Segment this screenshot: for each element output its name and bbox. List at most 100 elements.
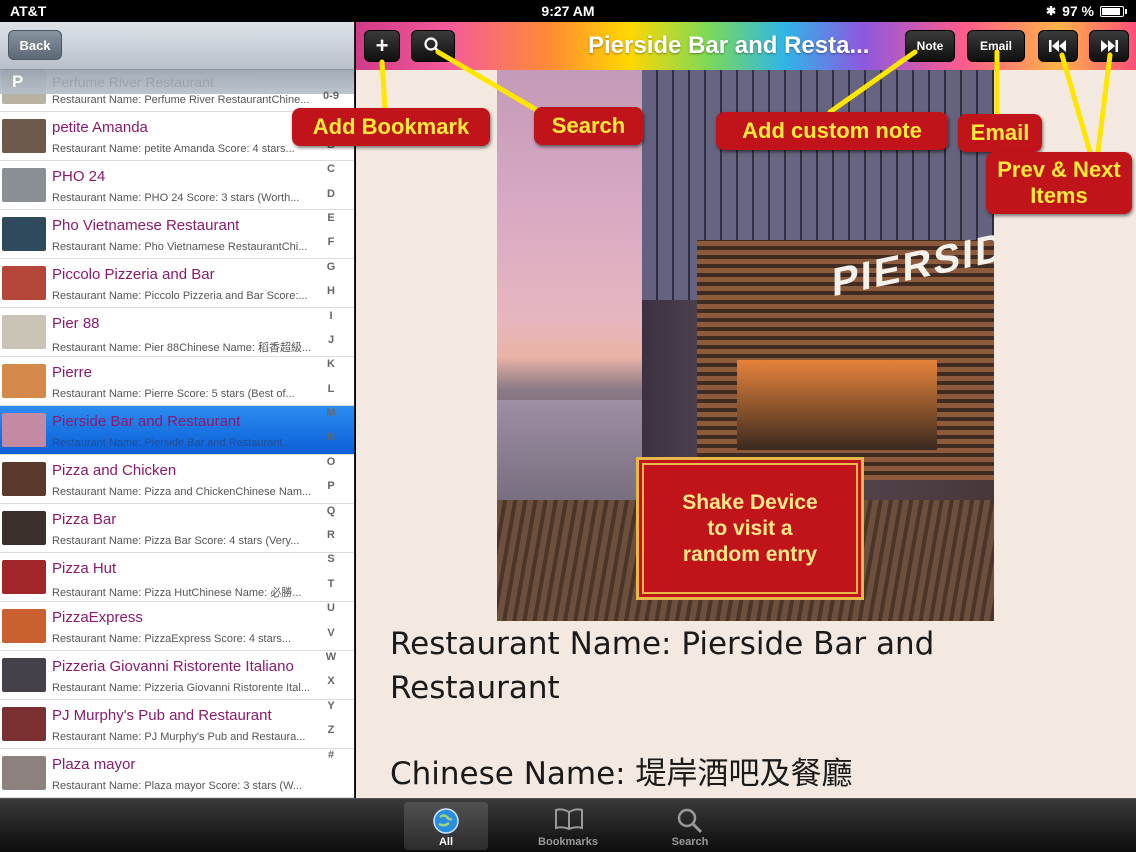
index-letter[interactable]: M [320, 401, 342, 425]
list-item[interactable]: Pizzeria Giovanni Ristorente Italiano Res… [0, 651, 354, 700]
row-thumbnail [2, 168, 46, 202]
index-letter[interactable]: V [320, 621, 342, 645]
index-letter[interactable]: 0-9 [320, 84, 342, 108]
index-letter[interactable]: X [320, 669, 342, 693]
section-ghost-title: Perfume River Restaurant [52, 74, 214, 90]
index-letter[interactable]: J [320, 328, 342, 352]
row-subtitle: Restaurant Name: PJ Murphy's Pub and Res… [52, 731, 306, 743]
row-subtitle: Restaurant Name: Pier 88Chinese Name: 稻香… [52, 342, 312, 354]
row-subtitle: Restaurant Name: Perfume River Restauran… [52, 94, 310, 106]
row-subtitle: Restaurant Name: Plaza mayor Score: 3 st… [52, 780, 303, 792]
battery-icon [1100, 5, 1127, 17]
index-letter[interactable]: U [320, 596, 342, 620]
shake-line-1: Shake Device [682, 490, 818, 514]
email-button[interactable]: Email [967, 30, 1025, 62]
shake-banner-text: Shake Device to visit a random entry [682, 490, 817, 568]
list-item[interactable]: Pierre Restaurant Name: Pierre Score: 5 s… [0, 357, 354, 406]
index-letter[interactable]: C [320, 157, 342, 181]
index-letter[interactable]: E [320, 206, 342, 230]
row-subtitle: Restaurant Name: Pizza and ChickenChines… [52, 486, 312, 498]
index-letter[interactable]: Y [320, 694, 342, 718]
row-subtitle: Restaurant Name: PHO 24 Score: 3 stars (… [52, 192, 300, 204]
tab-all[interactable]: All [404, 802, 488, 850]
index-letter[interactable]: I [320, 304, 342, 328]
row-subtitle: Restaurant Name: PizzaExpress Score: 4 s… [52, 633, 292, 645]
list-item[interactable]: Piccolo Pizzeria and Bar Restaurant Name:… [0, 259, 354, 308]
index-letter[interactable]: D [320, 182, 342, 206]
row-title: Pierside Bar and Restaurant [52, 413, 241, 430]
index-letter[interactable]: # [320, 743, 342, 767]
next-item-button[interactable] [1089, 30, 1129, 62]
row-thumbnail [2, 266, 46, 300]
list-item[interactable]: Pizza Bar Restaurant Name: Pizza Bar Scor… [0, 504, 354, 553]
row-title: Plaza mayor [52, 756, 136, 773]
row-title: PHO 24 [52, 168, 106, 185]
back-button[interactable]: Back [8, 30, 62, 60]
globe-icon [433, 808, 459, 834]
index-letter[interactable]: Z [320, 718, 342, 742]
row-thumbnail [2, 560, 46, 594]
row-title: Pho Vietnamese Restaurant [52, 217, 240, 234]
row-subtitle: Restaurant Name: Pierside Bar and Restau… [52, 437, 292, 449]
list-item[interactable]: Pizza and Chicken Restaurant Name: Pizza … [0, 455, 354, 504]
callout-add-note: Add custom note [716, 112, 948, 150]
row-title: Pizza Bar [52, 511, 117, 528]
row-subtitle: Restaurant Name: Pizza HutChinese Name: … [52, 587, 302, 599]
row-title: Pizzeria Giovanni Ristorente Italiano [52, 658, 294, 675]
index-letter[interactable]: H [320, 279, 342, 303]
index-letter[interactable]: T [320, 572, 342, 596]
list-item[interactable]: Pho Vietnamese Restaurant Restaurant Name… [0, 210, 354, 259]
list-item[interactable]: Pier 88 Restaurant Name: Pier 88Chinese N… [0, 308, 354, 357]
index-letter[interactable]: F [320, 230, 342, 254]
row-thumbnail [2, 511, 46, 545]
index-letter[interactable]: N [320, 425, 342, 449]
row-title: Pizza Hut [52, 560, 117, 577]
callout-search: Search [534, 107, 643, 145]
tab-all-label: All [438, 836, 454, 848]
index-letter[interactable]: O [320, 450, 342, 474]
list-item[interactable]: Pizza Hut Restaurant Name: Pizza HutChine… [0, 553, 354, 602]
shake-banner: Shake Device to visit a random entry [636, 457, 864, 600]
clock: 9:27 AM [541, 3, 595, 19]
alphabet-index[interactable]: 0-9ABCDEFGHIJKLMNOPQRSTUVWXYZ# [320, 84, 342, 767]
note-button[interactable]: Note [905, 30, 955, 62]
tab-bookmarks-label: Bookmarks [538, 836, 598, 848]
row-subtitle: Restaurant Name: Pho Vietnamese Restaura… [52, 241, 308, 253]
detail-text: Restaurant Name: Pierside Bar and Restau… [390, 622, 1110, 796]
search-button[interactable] [411, 30, 455, 62]
status-right: ✱ 97 % [1046, 3, 1127, 19]
row-thumbnail [2, 315, 46, 349]
row-title: Piccolo Pizzeria and Bar [52, 266, 215, 283]
list-item[interactable]: PizzaExpress Restaurant Name: PizzaExpres… [0, 602, 354, 651]
row-title: Pierre [52, 364, 93, 381]
callout-prev-next-line1: Prev & Next [997, 157, 1121, 182]
row-thumbnail [2, 609, 46, 643]
tab-bookmarks[interactable]: Bookmarks [526, 802, 610, 850]
index-letter[interactable]: R [320, 523, 342, 547]
row-thumbnail [2, 119, 46, 153]
shake-line-3: random entry [682, 542, 818, 566]
list-item[interactable]: Pierside Bar and Restaurant Restaurant Na… [0, 406, 354, 455]
list-item[interactable]: PHO 24 Restaurant Name: PHO 24 Score: 3 s… [0, 161, 354, 210]
row-title: Pizza and Chicken [52, 462, 177, 479]
prev-item-button[interactable] [1038, 30, 1078, 62]
tab-search[interactable]: Search [648, 802, 732, 850]
callout-email: Email [958, 114, 1042, 152]
index-letter[interactable]: K [320, 352, 342, 376]
index-letter[interactable]: W [320, 645, 342, 669]
index-letter[interactable]: L [320, 377, 342, 401]
chinese-name-line: Chinese Name: 堤岸酒吧及餐廳 [390, 756, 853, 792]
list-nav-bar: Back [0, 22, 354, 70]
index-letter[interactable]: Q [320, 499, 342, 523]
list-item[interactable]: Plaza mayor Restaurant Name: Plaza mayor … [0, 749, 354, 798]
add-bookmark-button[interactable]: + [364, 30, 400, 62]
index-letter[interactable]: S [320, 547, 342, 571]
index-letter[interactable]: G [320, 255, 342, 279]
search-icon [424, 37, 441, 54]
status-bar: AT&T 9:27 AM ✱ 97 % [0, 0, 1136, 22]
row-thumbnail [2, 462, 46, 496]
index-letter[interactable]: P [320, 474, 342, 498]
next-icon [1101, 40, 1118, 52]
list-item[interactable]: PJ Murphy's Pub and Restaurant Restaurant… [0, 700, 354, 749]
row-title: PJ Murphy's Pub and Restaurant [52, 707, 272, 724]
